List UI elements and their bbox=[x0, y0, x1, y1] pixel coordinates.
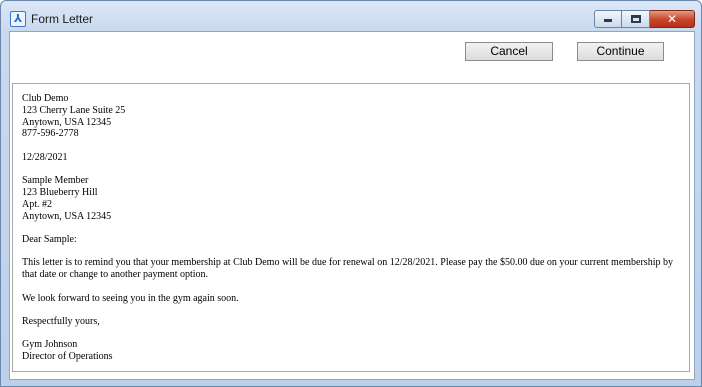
minimize-icon bbox=[604, 19, 612, 22]
signature: Gym Johnson Director of Operations bbox=[22, 339, 682, 363]
sender-city: Anytown, USA 12345 bbox=[22, 116, 112, 128]
signature-title: Director of Operations bbox=[22, 351, 113, 363]
closing: Respectfully yours, bbox=[22, 316, 682, 328]
recipient-name: Sample Member bbox=[22, 175, 89, 187]
cancel-button[interactable]: Cancel bbox=[465, 42, 553, 61]
form-letter-window: ⅄ Form Letter ✕ Cancel Continue Club Dem… bbox=[0, 0, 702, 387]
closing-text: Respectfully yours, bbox=[22, 315, 100, 327]
letter-content: Club Demo 123 Cherry Lane Suite 25 Anyto… bbox=[22, 93, 682, 375]
maximize-icon bbox=[630, 15, 641, 23]
sender-name: Club Demo bbox=[22, 93, 69, 104]
date-text: 12/28/2021 bbox=[22, 151, 68, 163]
maximize-button[interactable] bbox=[622, 10, 650, 28]
letter-date: 12/28/2021 bbox=[22, 152, 682, 164]
close-button[interactable]: ✕ bbox=[650, 10, 695, 28]
recipient-apt: Apt. #2 bbox=[22, 198, 52, 210]
sender-street: 123 Cherry Lane Suite 25 bbox=[22, 104, 126, 116]
close-icon: ✕ bbox=[666, 12, 678, 26]
continue-button[interactable]: Continue bbox=[577, 42, 664, 61]
signature-name: Gym Johnson bbox=[22, 339, 78, 351]
greeting: Dear Sample: bbox=[22, 234, 682, 246]
greeting-text: Dear Sample: bbox=[22, 233, 77, 245]
dialog-client-area: Cancel Continue Club Demo 123 Cherry Lan… bbox=[9, 31, 695, 380]
sender-address: Club Demo 123 Cherry Lane Suite 25 Anyto… bbox=[22, 93, 682, 140]
title-bar[interactable]: ⅄ Form Letter ✕ bbox=[1, 1, 701, 32]
recipient-city: Anytown, USA 12345 bbox=[22, 210, 112, 222]
body-paragraph-2: We look forward to seeing you in the gym… bbox=[22, 292, 239, 304]
body-paragraph-1: This letter is to remind you that your m… bbox=[22, 257, 673, 281]
recipient-address: Sample Member 123 Blueberry Hill Apt. #2… bbox=[22, 175, 682, 222]
sender-phone: 877-596-2778 bbox=[22, 128, 79, 140]
window-title: Form Letter bbox=[31, 12, 94, 26]
app-person-icon: ⅄ bbox=[10, 11, 26, 27]
minimize-button[interactable] bbox=[594, 10, 622, 28]
recipient-street: 123 Blueberry Hill bbox=[22, 186, 98, 198]
letter-preview[interactable]: Club Demo 123 Cherry Lane Suite 25 Anyto… bbox=[12, 83, 690, 372]
